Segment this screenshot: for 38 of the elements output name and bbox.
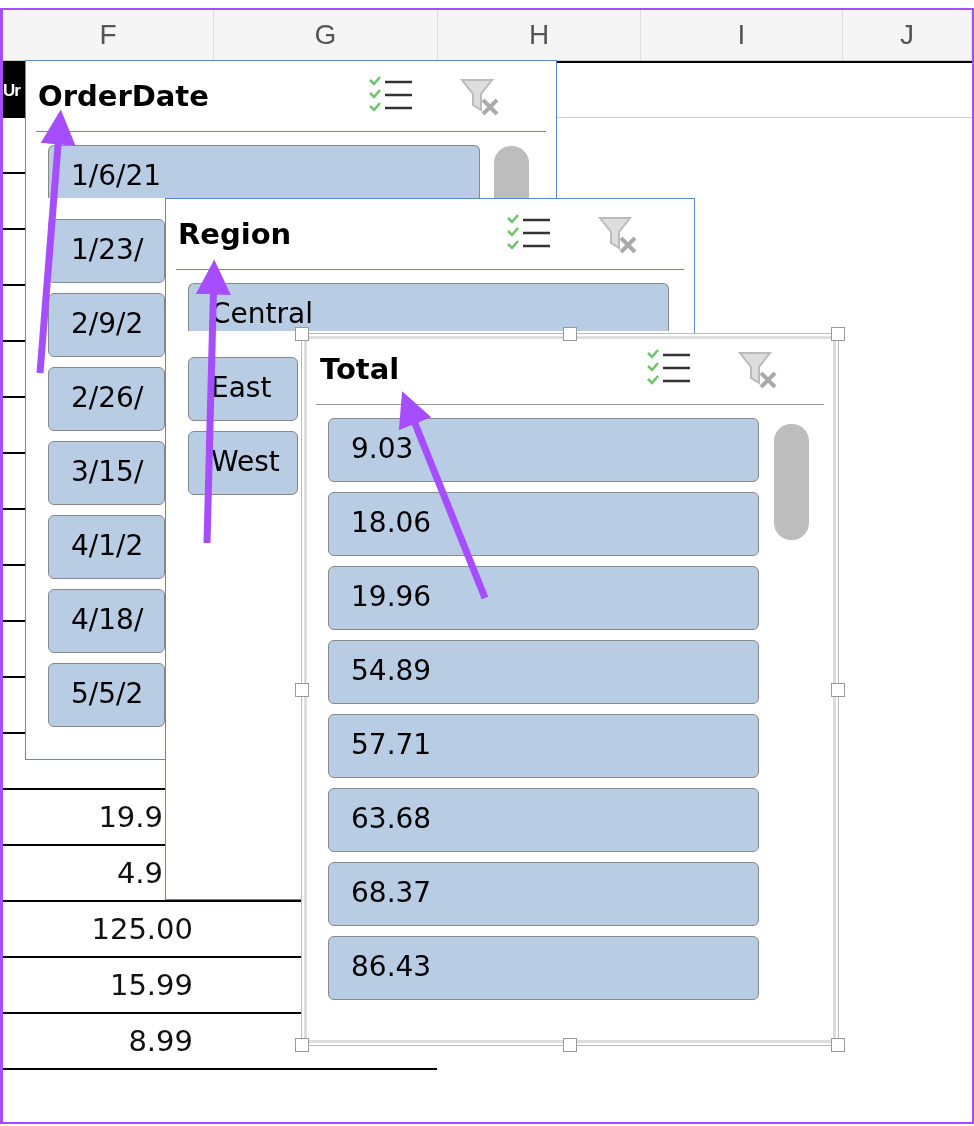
cell-value: 125.00 xyxy=(90,912,193,946)
slicer-item[interactable]: 5/5/2 xyxy=(48,663,165,727)
resize-handle[interactable] xyxy=(563,327,577,341)
cell-value: 8.99 xyxy=(127,1024,193,1058)
slicer-item[interactable]: 63.68 xyxy=(328,788,759,852)
slicer-item[interactable]: 18.06 xyxy=(328,492,759,556)
slicer-item[interactable]: 86.43 xyxy=(328,936,759,1000)
slicer-item[interactable]: 1/6/21 xyxy=(48,145,480,198)
resize-handle[interactable] xyxy=(831,682,845,697)
slicer-item[interactable]: 68.37 xyxy=(328,862,759,926)
slicer-item[interactable]: 1/23/ xyxy=(48,219,165,283)
scrollbar-thumb[interactable] xyxy=(774,424,809,540)
slicer-item[interactable]: 2/26/ xyxy=(48,367,165,431)
slicer-title: Total xyxy=(320,352,401,386)
slicer-item[interactable]: 9.03 xyxy=(328,418,759,482)
slicer-item[interactable]: 4/18/ xyxy=(48,589,165,653)
slicer-title: OrderDate xyxy=(38,79,210,113)
slicer-title: Region xyxy=(178,217,293,251)
resize-handle[interactable] xyxy=(295,1038,309,1052)
slicer-item[interactable]: 2/9/2 xyxy=(48,293,165,357)
cell-value: 19.9 xyxy=(97,800,163,834)
resize-handle[interactable] xyxy=(831,327,845,341)
scrollbar-thumb[interactable] xyxy=(494,146,529,200)
slicer-item[interactable]: 19.96 xyxy=(328,566,759,630)
slicer-item[interactable]: 57.71 xyxy=(328,714,759,778)
column-header[interactable]: I xyxy=(641,10,843,60)
resize-handle[interactable] xyxy=(831,1038,845,1052)
slicer-item[interactable]: East xyxy=(188,357,298,421)
slicer-item[interactable]: 3/15/ xyxy=(48,441,165,505)
column-header[interactable]: J xyxy=(843,10,972,60)
cell-value: 4.9 xyxy=(115,856,163,890)
resize-handle[interactable] xyxy=(563,1038,577,1052)
resize-handle[interactable] xyxy=(295,327,309,341)
cell-value: 15.99 xyxy=(108,968,193,1002)
slicer-item[interactable]: 54.89 xyxy=(328,640,759,704)
resize-handle[interactable] xyxy=(295,682,309,697)
slicer-item[interactable]: West xyxy=(188,431,298,495)
slicer-item[interactable]: 4/1/2 xyxy=(48,515,165,579)
